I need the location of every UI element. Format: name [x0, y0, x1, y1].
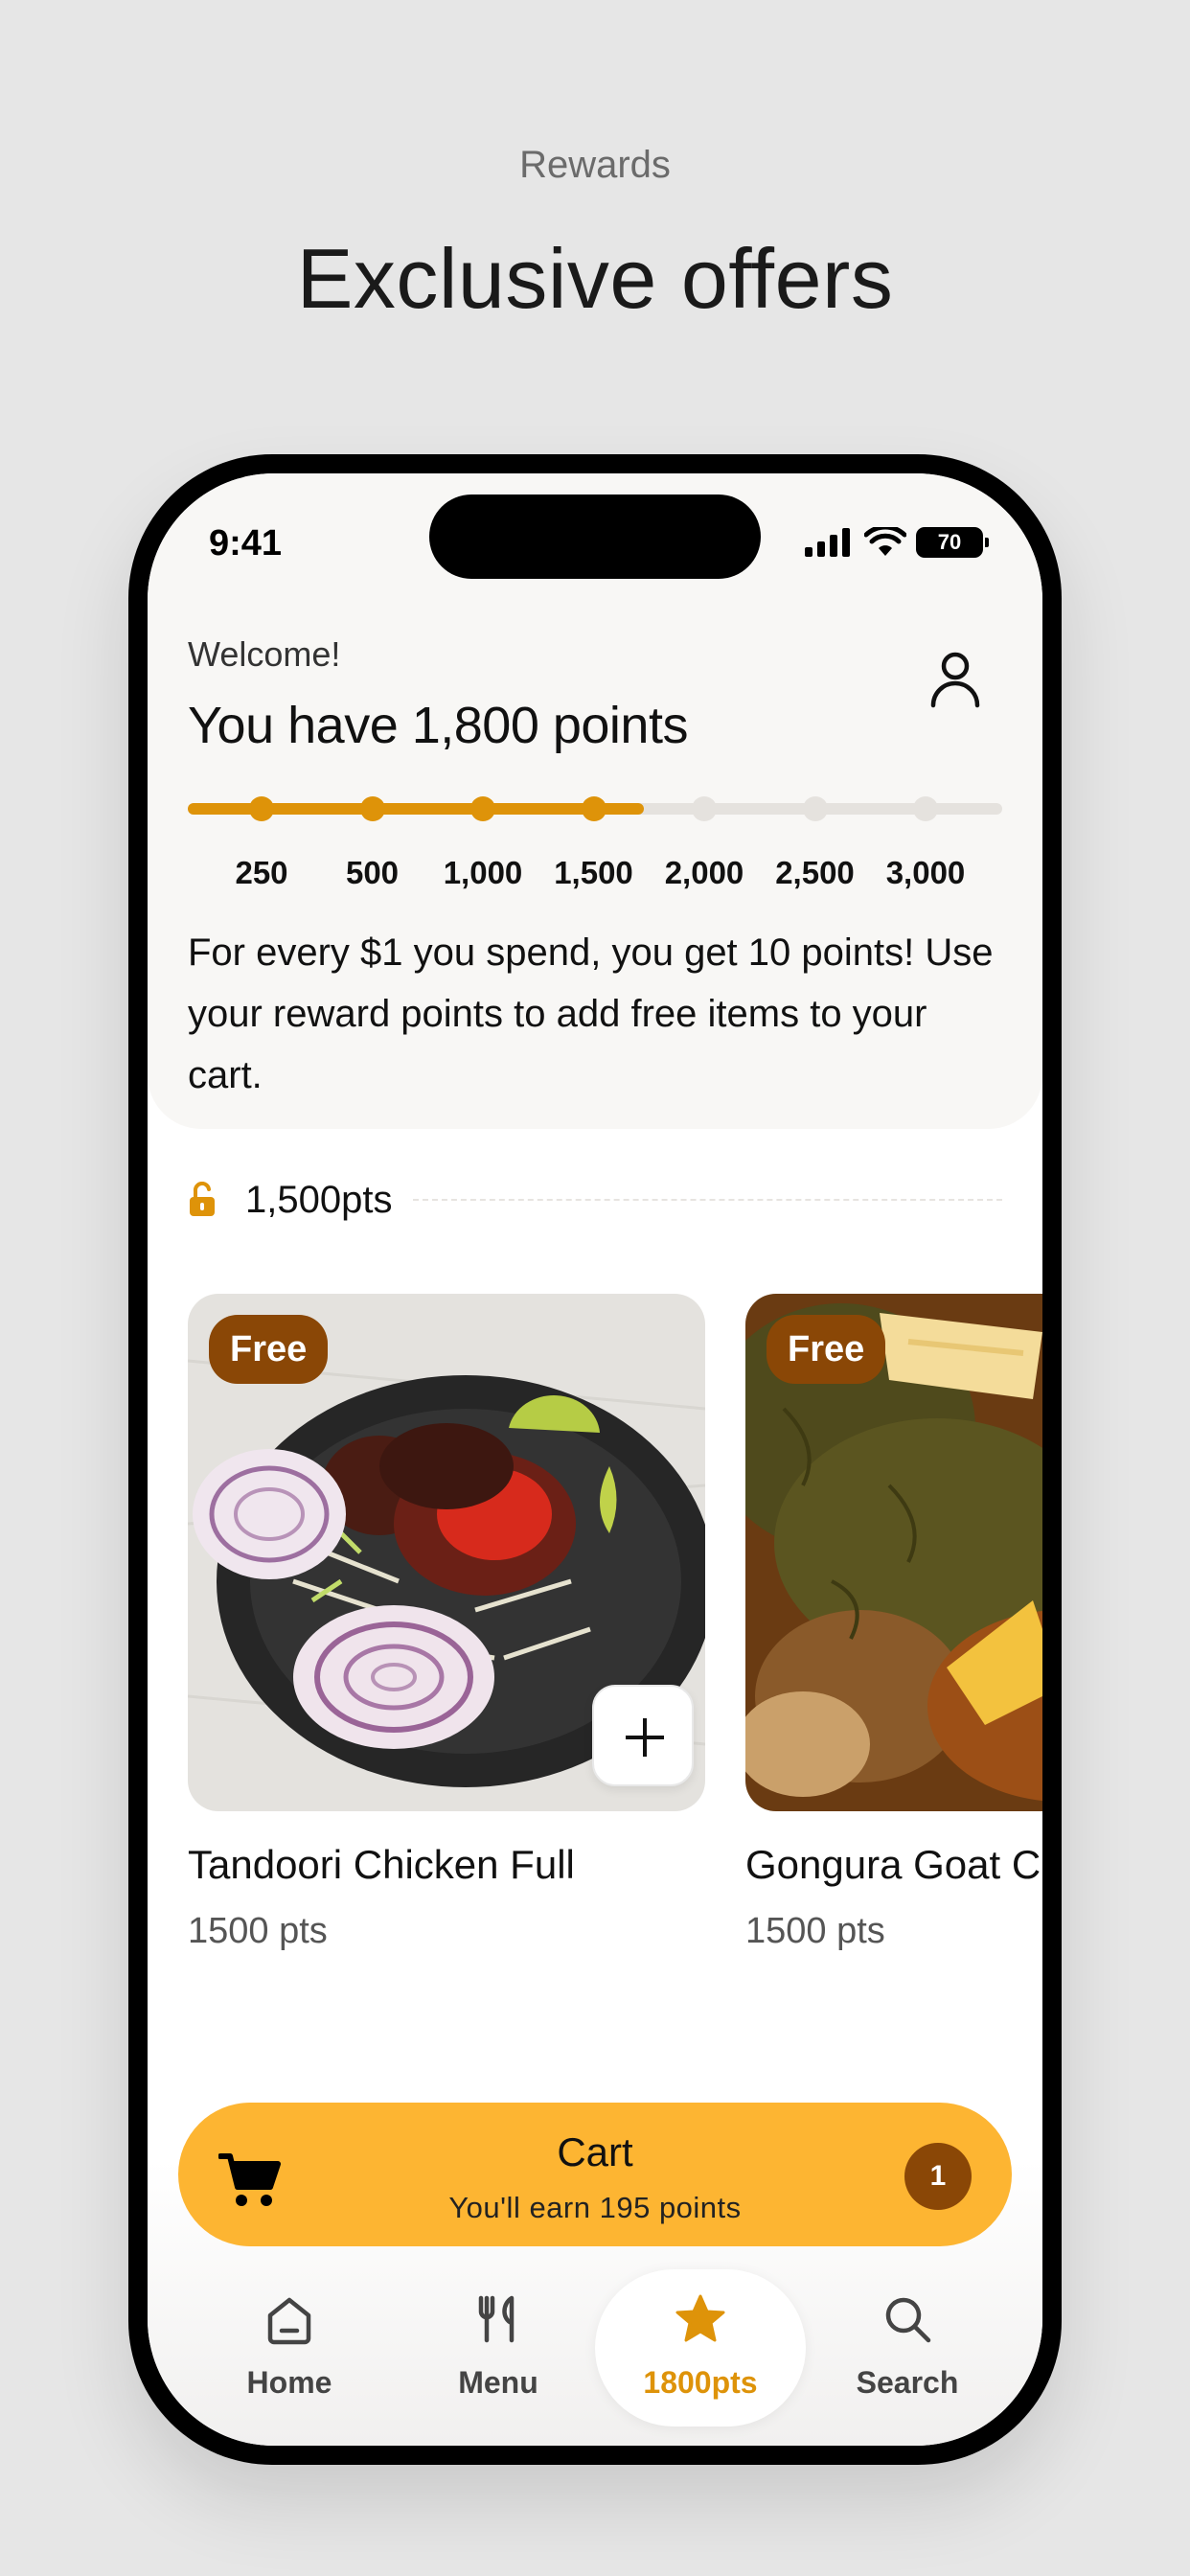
status-time: 9:41: [209, 523, 283, 564]
home-icon: [267, 2297, 311, 2345]
tab-label: Search: [856, 2365, 959, 2400]
milestone-dot: [581, 796, 606, 821]
tab-label: 1800pts: [643, 2365, 758, 2400]
rewards-summary-panel: 9:41 70 Welcome! You have 1,800 points 2…: [148, 473, 1042, 1129]
tier-label: 1,500pts: [245, 1178, 393, 1221]
tab-label: Menu: [458, 2365, 538, 2400]
reward-name: Tandoori Chicken Full: [188, 1842, 575, 1887]
search-icon: [885, 2297, 931, 2343]
welcome-text: Welcome!: [188, 634, 341, 674]
tab-search[interactable]: Search: [802, 2269, 1013, 2426]
person-icon[interactable]: [924, 646, 987, 709]
utensils-icon: [478, 2295, 515, 2343]
reward-points: 1500 pts: [188, 1911, 328, 1951]
food-image: Free: [188, 1294, 705, 1811]
signal-icon: [805, 528, 850, 557]
tier-header: 1,500pts: [188, 1171, 1002, 1229]
points-progress-bar: 250 500 1,000 1,500 2,000 2,500 3,000: [188, 796, 1002, 890]
milestone-dot: [913, 796, 938, 821]
tab-home[interactable]: Home: [184, 2269, 395, 2426]
phone-screen: 9:41 70 Welcome! You have 1,800 points 2…: [148, 473, 1042, 2446]
food-image: Free: [745, 1294, 1042, 1811]
promo-title: Exclusive offers: [296, 231, 894, 326]
milestone-dot: [470, 796, 495, 821]
tab-menu[interactable]: Menu: [393, 2269, 604, 2426]
free-badge: Free: [767, 1315, 886, 1384]
points-title: You have 1,800 points: [188, 697, 688, 754]
milestone-dot: [802, 796, 828, 821]
phone-frame: 9:41 70 Welcome! You have 1,800 points 2…: [128, 454, 1062, 2465]
unlocked-lock-icon: [190, 1182, 215, 1216]
dynamic-island: [429, 494, 761, 579]
free-badge: Free: [209, 1315, 329, 1384]
cart-subtitle: You'll earn 195 points: [448, 2191, 742, 2224]
battery-icon: 70: [916, 527, 989, 558]
milestone-label: 3,000: [885, 855, 966, 890]
star-icon: [675, 2294, 725, 2342]
cart-title: Cart: [557, 2129, 633, 2174]
tab-label: Home: [246, 2365, 332, 2400]
tab-bar: Home Menu 1800pts Search: [148, 2269, 1042, 2426]
milestone-dot: [692, 796, 717, 821]
status-icons: 70: [805, 527, 989, 558]
promo-eyebrow: Rewards: [519, 144, 671, 186]
info-text: For every $1 you spend, you get 10 point…: [188, 932, 994, 1096]
add-to-cart-button[interactable]: [592, 1685, 694, 1786]
wifi-icon: [864, 527, 906, 556]
milestone-dot: [359, 796, 385, 821]
tier-divider: [413, 1199, 1002, 1201]
tab-rewards[interactable]: 1800pts: [595, 2269, 806, 2426]
reward-points: 1500 pts: [745, 1911, 885, 1951]
reward-name: Gongura Goat Curry: [745, 1842, 1042, 1887]
cart-button[interactable]: Cart You'll earn 195 points 1: [178, 2103, 1012, 2246]
milestone-dot: [249, 796, 274, 821]
cart-count-badge: 1: [904, 2143, 972, 2210]
